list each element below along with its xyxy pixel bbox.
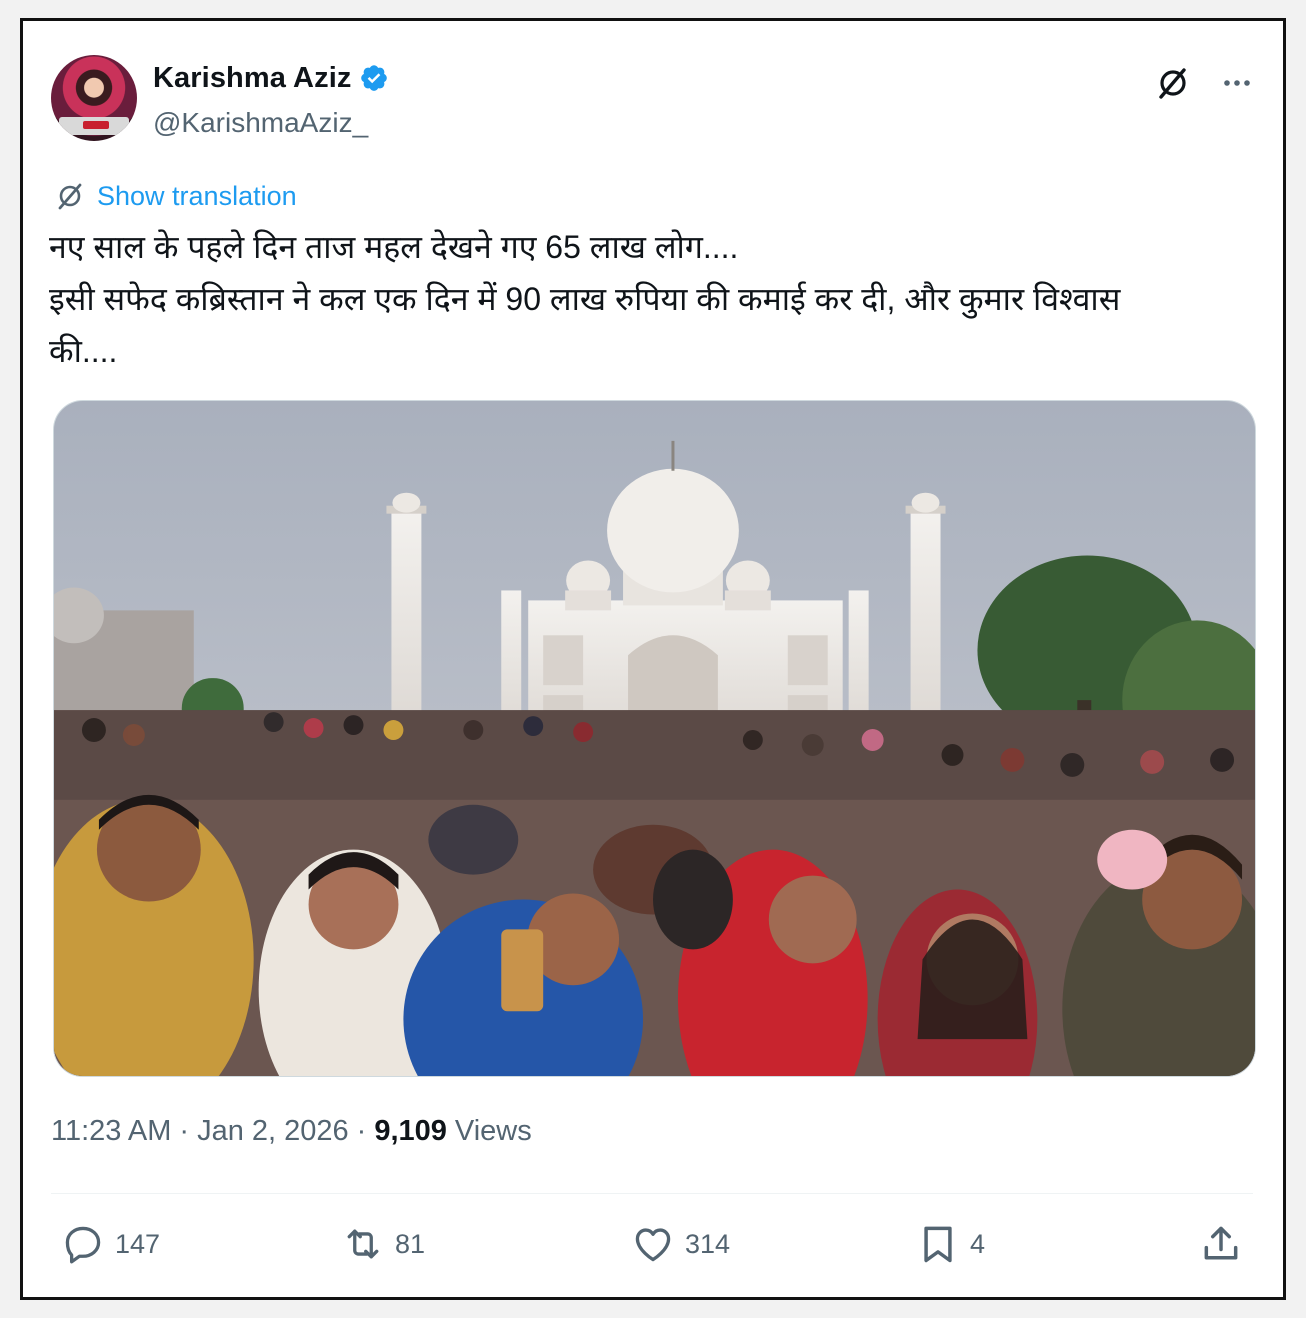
repost-button[interactable]: 81: [341, 1217, 425, 1271]
bookmark-icon: [924, 1226, 952, 1263]
tweet-date[interactable]: Jan 2, 2026: [197, 1115, 349, 1148]
meta-separator-2: ·: [356, 1115, 367, 1147]
taj-mahal-crowd-image: [54, 401, 1255, 1076]
reply-button[interactable]: 147: [61, 1217, 160, 1271]
bookmark-count: 4: [970, 1228, 986, 1259]
author-handle[interactable]: @KarishmaAziz_: [153, 107, 368, 139]
tweet-line-3: की....: [49, 333, 118, 369]
author-name-row[interactable]: Karishma Aziz: [153, 61, 389, 95]
views-label: Views: [454, 1115, 532, 1147]
tweet-photo[interactable]: [53, 400, 1256, 1077]
meta-separator-1: ·: [179, 1115, 190, 1147]
share-button[interactable]: [1199, 1217, 1243, 1271]
repost-icon: [347, 1229, 379, 1259]
tweet-text: नए साल के पहले दिन ताज महल देखने गए 65 ल…: [49, 221, 1259, 377]
tweet-time[interactable]: 11:23 AM: [51, 1115, 171, 1148]
like-count: 314: [685, 1228, 731, 1259]
avatar[interactable]: [51, 55, 137, 141]
repost-count: 81: [395, 1228, 426, 1259]
divider: [51, 1193, 1253, 1194]
author-name[interactable]: Karishma Aziz: [153, 62, 351, 95]
top-actions: [1153, 63, 1255, 103]
grok-icon[interactable]: [1153, 63, 1193, 103]
bookmark-button[interactable]: 4: [916, 1217, 985, 1271]
like-button[interactable]: 314: [631, 1217, 730, 1271]
tweet-meta: 11:23 AM · Jan 2, 2026 · 9,109 Views: [51, 1115, 532, 1148]
verified-badge-icon: [361, 65, 388, 91]
tweet-line-1: नए साल के पहले दिन ताज महल देखने गए 65 ल…: [49, 229, 739, 265]
tweet-card: Karishma Aziz @KarishmaAziz_ Show transl…: [20, 18, 1286, 1300]
reply-icon: [65, 1226, 101, 1264]
grok-translate-icon: [58, 183, 82, 210]
more-options-icon[interactable]: [1219, 65, 1255, 101]
avatar-desk-decoration: [59, 117, 129, 135]
share-icon: [1204, 1226, 1238, 1260]
views-count: 9,109: [374, 1115, 447, 1147]
reply-count: 147: [115, 1228, 161, 1259]
action-bar: 147 81 314 4: [51, 1217, 1253, 1271]
tweet-header: Karishma Aziz @KarishmaAziz_: [51, 55, 1255, 145]
tweet-line-2: इसी सफेद कब्रिस्तान ने कल एक दिन में 90 …: [49, 281, 1121, 317]
heart-icon: [635, 1228, 671, 1262]
show-translation-label[interactable]: Show translation: [97, 181, 297, 212]
show-translation-link[interactable]: Show translation: [53, 179, 297, 213]
